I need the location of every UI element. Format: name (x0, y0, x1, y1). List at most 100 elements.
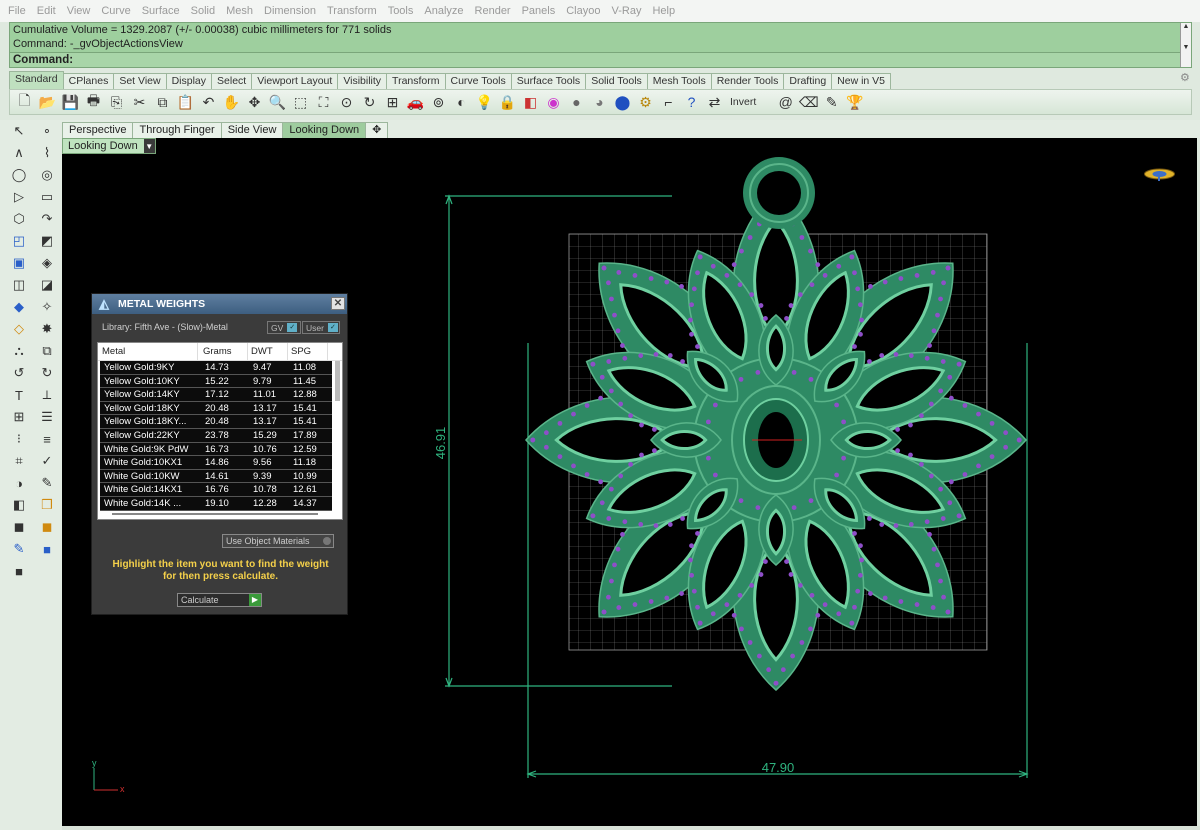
command-prompt-input[interactable]: Command: (10, 52, 1180, 67)
import-icon[interactable]: ⎘ (105, 91, 128, 113)
toolbar-tab-viewport-layout[interactable]: Viewport Layout (251, 73, 339, 89)
named-views-icon[interactable]: ⊚ (427, 91, 450, 113)
layers-icon[interactable]: ◧ (519, 91, 542, 113)
pen-icon[interactable]: ✎ (820, 91, 843, 113)
menu-item-panels[interactable]: Panels (522, 5, 556, 17)
table-row[interactable]: White Gold:10KX1 14.86 9.56 11.18 (100, 456, 332, 470)
command-scrollbar[interactable]: ▲ ▼ (1180, 23, 1191, 67)
menu-item-edit[interactable]: Edit (37, 5, 56, 17)
polygon-icon[interactable]: ⬡ (8, 209, 30, 230)
toolbar-tab-curve-tools[interactable]: Curve Tools (444, 73, 512, 89)
text-icon[interactable]: ⊞ (8, 407, 30, 428)
swap-icon[interactable]: ⇄ (703, 91, 726, 113)
scale-icon[interactable]: ↻ (36, 363, 58, 384)
notes-icon[interactable]: ■ (8, 561, 30, 582)
options-gear-icon[interactable]: ⚙ (634, 91, 657, 113)
eraser-icon[interactable]: ⌫ (797, 91, 820, 113)
hide-icon[interactable]: ◼ (8, 517, 30, 538)
zoom-window-icon[interactable]: ⬚ (289, 91, 312, 113)
print-icon[interactable]: 🖶 (82, 91, 105, 113)
column-header-dwt[interactable]: DWT (248, 343, 288, 360)
zoom-selected-icon[interactable]: ⊙ (335, 91, 358, 113)
menu-item-clayoo[interactable]: Clayoo (566, 5, 600, 17)
calculate-button[interactable]: Calculate ▶ (177, 593, 262, 607)
menu-item-mesh[interactable]: Mesh (226, 5, 253, 17)
extrude-icon[interactable]: ◩ (36, 231, 58, 252)
join-icon[interactable]: ⧉ (36, 341, 58, 362)
toolbar-tab-select[interactable]: Select (211, 73, 253, 89)
column-header-spg[interactable]: SPG (288, 343, 328, 360)
gv-checkbox[interactable]: GV ✓ (267, 321, 301, 334)
menu-item-transform[interactable]: Transform (327, 5, 377, 17)
four-viewports-icon[interactable]: ⊞ (381, 91, 404, 113)
render-icon[interactable]: ◼ (36, 517, 58, 538)
dimension-icon[interactable]: ⌐ (657, 91, 680, 113)
analyze-icon[interactable]: ◑ (8, 473, 30, 494)
paste-icon[interactable]: 📋 (174, 91, 197, 113)
split-icon[interactable]: ✸ (36, 319, 58, 340)
lock-icon[interactable]: 🔒 (496, 91, 519, 113)
paint-icon[interactable]: ❒ (36, 495, 58, 516)
explode-icon[interactable]: ◇ (8, 319, 30, 340)
point-icon[interactable]: ∘ (36, 121, 58, 142)
toolbar-tab-mesh-tools[interactable]: Mesh Tools (646, 73, 712, 89)
ghosted-icon[interactable]: ◐ (450, 91, 473, 113)
grid-array-icon[interactable]: ⌗ (8, 451, 30, 472)
box-icon[interactable]: ▣ (8, 253, 30, 274)
gear-icon[interactable]: ⚙ (1180, 71, 1192, 85)
navigation-gizmo-icon[interactable] (1143, 166, 1176, 182)
color-wheel-icon[interactable]: ◉ (542, 91, 565, 113)
toolbar-tab-drafting[interactable]: Drafting (783, 73, 833, 89)
table-vertical-scrollbar[interactable] (335, 361, 340, 401)
menu-item-render[interactable]: Render (475, 5, 511, 17)
menu-item-curve[interactable]: Curve (101, 5, 130, 17)
table-row[interactable]: White Gold:10KW 14.61 9.39 10.99 (100, 469, 332, 484)
sweep-icon[interactable]: ◈ (36, 253, 58, 274)
select-arrow-icon[interactable]: ↖ (8, 121, 30, 142)
viewport-tab-perspective[interactable]: Perspective (62, 122, 134, 138)
plane-icon[interactable]: ◫ (8, 275, 30, 296)
viewport-tab-through-finger[interactable]: Through Finger (132, 122, 222, 138)
invert-button[interactable]: Invert (726, 91, 760, 113)
patch-icon[interactable]: ◪ (36, 275, 58, 296)
open-folder-icon[interactable]: 📂 (36, 91, 59, 113)
bulb-icon[interactable]: 💡 (473, 91, 496, 113)
shaded-sphere-icon[interactable]: ● (565, 91, 588, 113)
trim-icon[interactable]: ⛬ (8, 341, 30, 362)
menu-item-help[interactable]: Help (652, 5, 675, 17)
table-row[interactable]: Yellow Gold:18KY 20.48 13.17 15.41 (100, 401, 332, 416)
rotate-icon[interactable]: ≡ (36, 429, 58, 450)
circle-icon[interactable]: ◯ (8, 165, 30, 186)
surface-icon[interactable]: ◰ (8, 231, 30, 252)
toolbar-tab-solid-tools[interactable]: Solid Tools (585, 73, 648, 89)
new-file-icon[interactable]: 🗋 (13, 91, 36, 113)
move-view-icon[interactable]: ✥ (243, 91, 266, 113)
table-row[interactable]: Yellow Gold:10KY 15.22 9.79 11.45 (100, 374, 332, 389)
group-icon[interactable]: ↺ (8, 363, 30, 384)
rendered-sphere-icon[interactable]: ◕ (588, 91, 611, 113)
add-viewport-tab-icon[interactable]: ✥ (365, 122, 389, 138)
offset-icon[interactable]: ⟂ (36, 385, 58, 406)
fillet-icon[interactable]: ↷ (36, 209, 58, 230)
copy-icon[interactable]: ⧉ (151, 91, 174, 113)
check-icon[interactable]: ✎ (36, 473, 58, 494)
solid-edit-icon[interactable]: ◆ (8, 297, 30, 318)
table-row[interactable]: Yellow Gold:14KY 17.12 11.01 12.88 (100, 388, 332, 402)
menu-item-file[interactable]: File (8, 5, 26, 17)
menu-item-dimension[interactable]: Dimension (264, 5, 316, 17)
undo-icon[interactable]: ↶ (197, 91, 220, 113)
car-icon[interactable]: 🚗 (404, 91, 427, 113)
toolbar-tab-display[interactable]: Display (165, 73, 213, 89)
curve-pts-icon[interactable]: ⌇ (36, 143, 58, 164)
toolbar-tab-set-view[interactable]: Set View (113, 73, 167, 89)
pan-icon[interactable]: ✋ (220, 91, 243, 113)
table-row[interactable]: White Gold:9K PdW 16.73 10.76 12.59 (100, 442, 332, 457)
toolbar-tab-new-in-v5[interactable]: New in V5 (831, 73, 892, 89)
arc-icon[interactable]: ▷ (8, 187, 30, 208)
toolbar-tab-surface-tools[interactable]: Surface Tools (510, 73, 587, 89)
distribute-icon[interactable]: ✓ (36, 451, 58, 472)
cube-blue2-icon[interactable]: ■ (36, 539, 58, 560)
zoom-icon[interactable]: 🔍 (266, 91, 289, 113)
table-row[interactable]: Yellow Gold:9KY 14.73 9.47 11.08 (100, 361, 332, 375)
toolbar-tab-transform[interactable]: Transform (386, 73, 446, 89)
